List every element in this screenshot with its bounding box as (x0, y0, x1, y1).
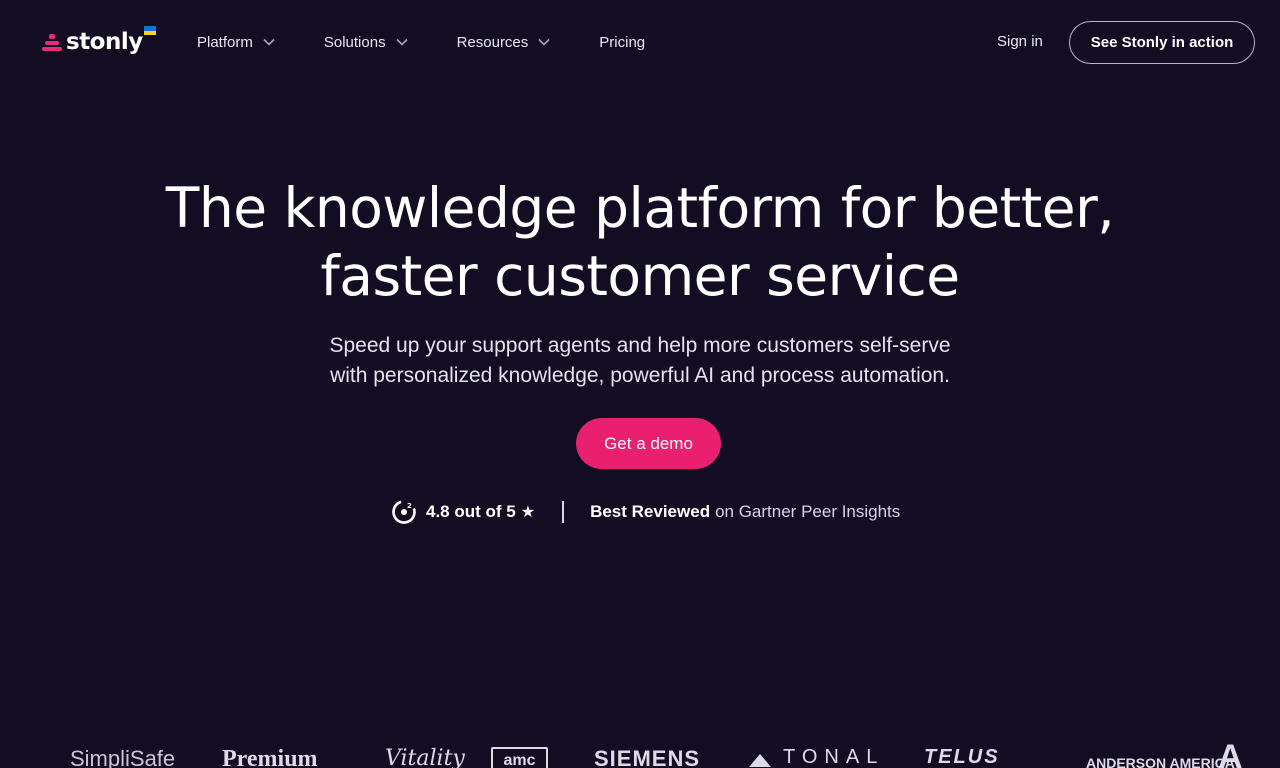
nav-item-label: Platform (197, 33, 253, 51)
get-a-demo-button[interactable]: Get a demo (576, 418, 721, 469)
chevron-down-icon (263, 38, 275, 46)
premium-logo: Premium (222, 746, 318, 768)
see-stonly-in-action-button[interactable]: See Stonly in action (1069, 21, 1255, 64)
vitality-logo: Vitality (385, 746, 465, 768)
simplisafe-logo: SimpliSafe (70, 746, 176, 768)
logo-text: stonly (66, 29, 143, 55)
g2-icon: 2 (392, 500, 416, 524)
siemens-logo: SIEMENS (594, 746, 701, 768)
stonly-logo-icon (42, 32, 62, 52)
nav-item-resources[interactable]: Resources (457, 30, 552, 54)
hero-subtitle-line-1: Speed up your support agents and help mo… (329, 334, 951, 357)
nav-item-platform[interactable]: Platform (197, 30, 276, 54)
hero-title-line-1: The knowledge platform for better, (165, 176, 1115, 240)
main-nav: Platform Solutions Resources Pricing (197, 30, 645, 54)
nav-item-label: Resources (456, 33, 529, 51)
gartner-peer-insights-label: on Gartner Peer Insights (715, 502, 901, 521)
rating-row: 2 4.8 out of 5 ★ Best Reviewed on Gartne… (392, 498, 900, 526)
site-header: stonly Platform Solutions Resources Pric… (0, 0, 1280, 86)
nav-item-solutions[interactable]: Solutions (324, 30, 409, 54)
a-logo: A (1218, 738, 1243, 768)
best-reviewed-label: Best Reviewed (590, 502, 711, 521)
rating-score: 4.8 out of 5 (426, 502, 516, 521)
page: stonly Platform Solutions Resources Pric… (0, 0, 1280, 768)
ukraine-flag-icon (144, 26, 156, 35)
nav-item-label: Pricing (599, 33, 646, 51)
hero-title-line-2: faster customer service (320, 244, 960, 308)
stonly-logo[interactable]: stonly (42, 24, 156, 60)
anderson-america-logo: ANDERSON AMERICA (1086, 755, 1235, 768)
hero-subtitle-line-2: with personalized knowledge, powerful AI… (330, 364, 950, 387)
nav-item-pricing[interactable]: Pricing (599, 30, 645, 54)
svg-text:2: 2 (407, 502, 412, 510)
chevron-down-icon (396, 38, 408, 46)
nav-item-label: Solutions (323, 33, 386, 51)
tonal-logo: TONAL (783, 746, 885, 768)
hero-title: The knowledge platform for better, faste… (0, 174, 1280, 310)
customer-logos-strip: SimpliSafe Premium Vitality amc SIEMENS … (0, 738, 1280, 768)
hero-subtitle: Speed up your support agents and help mo… (0, 331, 1280, 391)
chevron-down-icon (538, 38, 550, 46)
telus-logo: TELUS (924, 746, 1000, 768)
sign-in-link[interactable]: Sign in (997, 33, 1043, 50)
star-icon: ★ (520, 504, 536, 521)
rating-divider (562, 501, 565, 523)
amc-logo: amc (491, 747, 548, 768)
